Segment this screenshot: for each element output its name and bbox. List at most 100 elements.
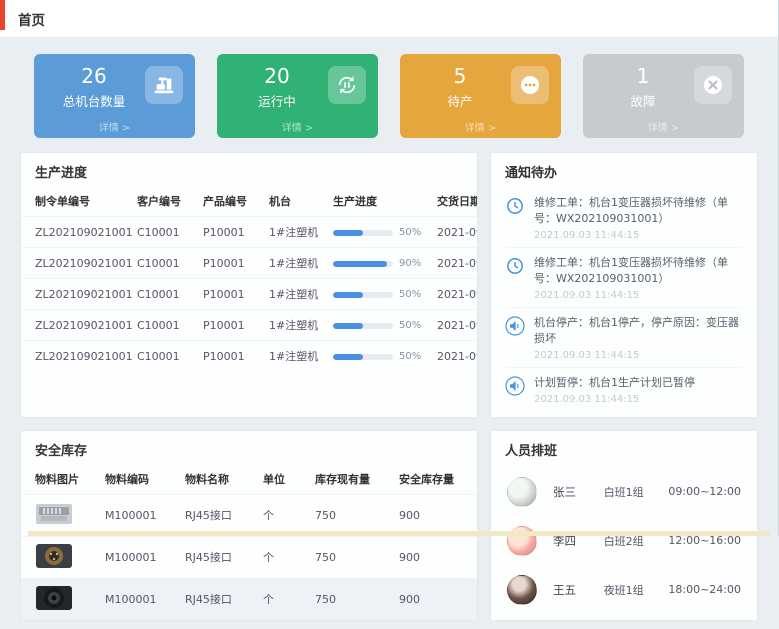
stat-card-running[interactable]: 20 运行中 详情 > — [217, 54, 378, 138]
progress-label: 90% — [399, 258, 421, 269]
table-row[interactable]: M100001 RJ45接口 个 750 900 — [21, 536, 477, 578]
material-code-cell: M100001 — [99, 494, 179, 536]
progress-fill — [333, 292, 363, 298]
column-header: 机台 — [263, 186, 327, 217]
table-row[interactable]: ZL202109021001 C10001 P10001 1#注塑机 50% 2… — [21, 279, 478, 310]
notification-text: 机台停产：机台1停产，停产原因：变压器损坏 — [534, 315, 743, 347]
material-image-cell — [21, 494, 99, 536]
machine-icon — [145, 66, 183, 104]
notification-time: 2021.09.03 11:44:15 — [534, 290, 743, 301]
running-icon — [328, 66, 366, 104]
notification-item[interactable]: 机台停产：机台1停产，停产原因：变压器损坏 2021.09.03 11:44:1… — [505, 308, 743, 368]
stat-value: 1 — [595, 64, 691, 89]
product-no-cell: P10001 — [197, 341, 263, 372]
progress-fill — [333, 354, 363, 360]
progress-label: 50% — [399, 227, 421, 238]
stat-card-text: 26 总机台数量 — [46, 64, 142, 110]
stat-label: 总机台数量 — [46, 91, 142, 110]
table-row[interactable]: M100001 RJ45接口 个 750 900 — [21, 494, 477, 536]
product-no-cell: P10001 — [197, 217, 263, 248]
table-row[interactable]: ZL202109021001 C10001 P10001 1#注塑机 50% 2… — [21, 310, 478, 341]
customer-no-cell: C10001 — [131, 217, 197, 248]
shift-label: 白班1组 — [604, 484, 669, 500]
detail-link[interactable]: 详情 > — [34, 119, 195, 134]
stat-card-body: 5 待产 — [412, 64, 549, 110]
machine-cell: 1#注塑机 — [263, 310, 327, 341]
progress-label: 50% — [399, 351, 421, 362]
notification-body: 维修工单：机台1变压器损坏待维修（单号：WX202109031001） 2021… — [534, 255, 743, 301]
page-header: 首页 — [0, 0, 778, 38]
stat-card-fault[interactable]: 1 故障 详情 > — [583, 54, 744, 138]
stat-card-body: 26 总机台数量 — [46, 64, 183, 110]
personnel-schedule-panel: 人员排班 张三 白班1组 09:00~12:00 李四 白班2组 12:00~1… — [490, 430, 758, 621]
progress-label: 50% — [399, 320, 421, 331]
column-header: 物料编码 — [99, 464, 179, 495]
schedule-row: 王五 夜班1组 18:00~24:00 — [507, 566, 741, 615]
progress-cell: 50% — [327, 279, 431, 310]
notification-item[interactable]: 计划暂停：机台1生产计划已暂停 2021.09.03 11:44:15 — [505, 368, 743, 411]
stat-label: 运行中 — [229, 91, 325, 110]
standby-ellipsis-icon — [511, 66, 549, 104]
avatar — [507, 477, 537, 507]
stat-value: 20 — [229, 64, 325, 89]
panel-title: 安全库存 — [21, 431, 477, 464]
column-header: 制令单编号 — [21, 186, 131, 217]
shift-time: 09:00~12:00 — [668, 485, 741, 498]
progress-fill — [333, 261, 387, 267]
table-row[interactable]: ZL202109021001 C10001 P10001 1#注塑机 50% 2… — [21, 341, 478, 372]
detail-link[interactable]: 详情 > — [583, 119, 744, 134]
customer-no-cell: C10001 — [131, 310, 197, 341]
progress-cell: 50% — [327, 341, 431, 372]
stock-qty-cell: 750 — [309, 578, 393, 620]
panel-grid: 生产进度 制令单编号 客户编号 产品编号 机台 生产进度 交货日期 ZL2021 — [20, 152, 758, 621]
table-row[interactable]: M100001 RJ45接口 个 750 900 — [21, 578, 477, 620]
stat-label: 待产 — [412, 91, 508, 110]
notification-item[interactable]: 维修工单：机台1变压器损坏待维修（单号：WX202109031001） 2021… — [505, 188, 743, 248]
safety-qty-cell: 900 — [393, 536, 477, 578]
delivery-date-cell: 2021-09-10 — [431, 341, 478, 372]
notification-time: 2021.09.03 11:44:15 — [534, 394, 695, 405]
safety-stock-table: 物料图片 物料编码 物料名称 单位 库存现有量 安全库存量 M100001 RJ… — [21, 464, 477, 620]
fault-tools-icon — [694, 66, 732, 104]
machine-cell: 1#注塑机 — [263, 341, 327, 372]
notification-time: 2021.09.03 11:44:15 — [534, 230, 743, 241]
speaker-photo — [35, 585, 73, 611]
detail-link[interactable]: 详情 > — [217, 119, 378, 134]
material-name-cell: RJ45接口 — [179, 494, 257, 536]
table-row[interactable]: ZL202109021001 C10001 P10001 1#注塑机 50% 2… — [21, 217, 478, 248]
material-name-cell: RJ45接口 — [179, 578, 257, 620]
round-connector-photo — [35, 543, 73, 569]
progress-bar — [333, 323, 393, 329]
table-row[interactable]: ZL202109021001 C10001 P10001 1#注塑机 90% 2… — [21, 248, 478, 279]
delivery-date-cell: 2021-09-10 — [431, 248, 478, 279]
stat-card-text: 1 故障 — [595, 64, 691, 110]
announcement-speaker-icon — [505, 376, 525, 396]
stat-value: 26 — [46, 64, 142, 89]
delivery-date-cell: 2021-09-10 — [431, 310, 478, 341]
shift-time: 18:00~24:00 — [668, 583, 741, 596]
notification-list: 维修工单：机台1变压器损坏待维修（单号：WX202109031001） 2021… — [491, 186, 757, 417]
detail-link[interactable]: 详情 > — [400, 119, 561, 134]
stat-card-total-machines[interactable]: 26 总机台数量 详情 > — [34, 54, 195, 138]
safety-stock-panel: 安全库存 物料图片 物料编码 物料名称 单位 库存现有量 安全库存量 — [20, 430, 478, 621]
notification-item[interactable]: 维修工单：机台1变压器损坏待维修（单号：WX202109031001） 2021… — [505, 248, 743, 308]
progress-cell: 50% — [327, 217, 431, 248]
order-no-cell: ZL202109021001 — [21, 217, 131, 248]
customer-no-cell: C10001 — [131, 341, 197, 372]
column-header: 库存现有量 — [309, 464, 393, 495]
schedule-row: 李四 白班2组 12:00~16:00 — [507, 517, 741, 566]
notification-text: 维修工单：机台1变压器损坏待维修（单号：WX202109031001） — [534, 255, 743, 287]
dashboard-content: 26 总机台数量 详情 > 20 运行中 详情 > — [0, 38, 778, 629]
stat-card-body: 20 运行中 — [229, 64, 366, 110]
notification-text: 维修工单：机台1变压器损坏待维修（单号：WX202109031001） — [534, 195, 743, 227]
column-header: 客户编号 — [131, 186, 197, 217]
production-table: 制令单编号 客户编号 产品编号 机台 生产进度 交货日期 ZL202109021… — [21, 186, 478, 371]
notification-text: 计划暂停：机台1生产计划已暂停 — [534, 375, 695, 391]
person-name: 张三 — [553, 484, 604, 500]
column-header: 物料图片 — [21, 464, 99, 495]
stat-card-standby[interactable]: 5 待产 详情 > — [400, 54, 561, 138]
material-name-cell: RJ45接口 — [179, 536, 257, 578]
unit-cell: 个 — [257, 494, 309, 536]
stat-label: 故障 — [595, 91, 691, 110]
material-code-cell: M100001 — [99, 578, 179, 620]
